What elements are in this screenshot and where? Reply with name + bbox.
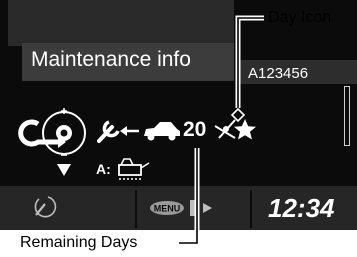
day-icon-label: Day Icon — [268, 9, 332, 26]
callout-lines — [179, 15, 264, 246]
remaining-days-callout-line — [179, 148, 200, 246]
day-icon-callout-line — [230, 15, 264, 123]
remaining-days-label: Remaining Days — [20, 234, 138, 251]
